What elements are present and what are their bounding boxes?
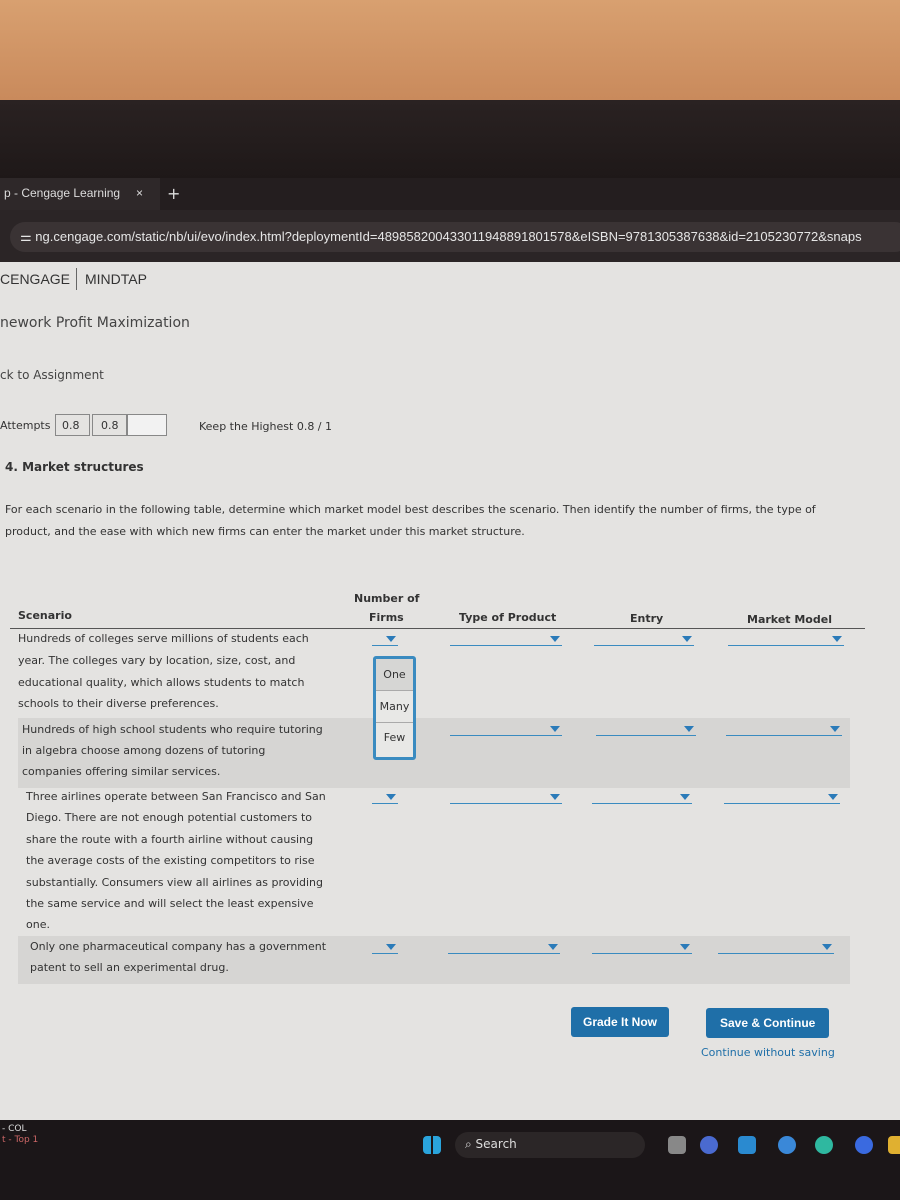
scenario-text: schools to their diverse preferences.: [18, 697, 219, 710]
option-many[interactable]: Many: [376, 691, 413, 723]
address-bar-area: ⚌ ng.cengage.com/static/nb/ui/evo/index.…: [0, 210, 900, 262]
scenario-text: Only one pharmaceutical company has a go…: [30, 940, 327, 953]
grade-it-now-button[interactable]: Grade It Now: [571, 1007, 670, 1037]
address-bar[interactable]: ⚌ ng.cengage.com/static/nb/ui/evo/index.…: [10, 222, 900, 252]
scenario-text: year. The colleges vary by location, siz…: [18, 654, 296, 667]
search-label: Search: [475, 1137, 517, 1151]
search-icon: ⌕: [465, 1137, 476, 1151]
header-type-of-product: Type of Product: [459, 611, 557, 624]
market-model-dropdown[interactable]: [728, 634, 844, 646]
entry-dropdown[interactable]: [596, 724, 696, 736]
teams-icon[interactable]: [700, 1136, 718, 1154]
background-photo: [0, 0, 900, 100]
logo-divider: [76, 268, 77, 290]
keep-highest-text: Keep the Highest 0.8 / 1: [199, 420, 333, 433]
type-of-product-dropdown[interactable]: [450, 724, 562, 736]
tab-title: p - Cengage Learning: [4, 186, 121, 200]
scenario-text: Hundreds of colleges serve millions of s…: [18, 632, 309, 645]
browser-tab[interactable]: p - Cengage Learning ×: [0, 178, 160, 210]
header-divider: [10, 628, 865, 629]
app-icon[interactable]: [738, 1136, 756, 1154]
attempts-label: Attempts: [0, 419, 51, 432]
site-info-icon[interactable]: ⚌: [20, 229, 35, 244]
header-scenario: Scenario: [18, 609, 72, 622]
question-prompt: product, and the ease with which new fir…: [5, 525, 525, 538]
task-view-icon[interactable]: [668, 1136, 686, 1154]
table-row: Three airlines operate between San Franc…: [18, 788, 850, 936]
market-model-dropdown[interactable]: [724, 792, 840, 804]
scenario-text: substantially. Consumers view all airlin…: [26, 876, 324, 889]
question-title: 4. Market structures: [5, 460, 144, 474]
market-model-dropdown[interactable]: [726, 724, 842, 736]
page-content: CENGAGE MINDTAP nework Profit Maximizati…: [0, 262, 900, 1120]
new-tab-button[interactable]: +: [167, 184, 180, 203]
taskbar-search[interactable]: ⌕ Search: [455, 1132, 645, 1158]
assignment-title: nework Profit Maximization: [0, 315, 190, 331]
scenario-text: the average costs of the existing compet…: [26, 854, 315, 867]
scenario-text: companies offering similar services.: [22, 765, 221, 778]
taskbar: - COL t - Top 1 ⌕ Search: [0, 1120, 900, 1200]
number-of-firms-dropdown[interactable]: [372, 942, 398, 954]
number-of-firms-dropdown[interactable]: [372, 792, 398, 804]
tab-close-icon[interactable]: ×: [136, 186, 143, 200]
table-row: Hundreds of high school students who req…: [18, 718, 850, 788]
file-explorer-icon[interactable]: [888, 1136, 900, 1154]
type-of-product-dropdown[interactable]: [450, 634, 562, 646]
scenario-text: Hundreds of high school students who req…: [22, 723, 323, 736]
entry-dropdown[interactable]: [594, 634, 694, 646]
edge-icon[interactable]: [815, 1136, 833, 1154]
app-icon[interactable]: [855, 1136, 873, 1154]
cengage-logo[interactable]: CENGAGE: [0, 271, 70, 287]
option-one[interactable]: One: [376, 659, 413, 691]
table-row: Only one pharmaceutical company has a go…: [18, 936, 850, 984]
question-prompt: For each scenario in the following table…: [5, 503, 816, 516]
type-of-product-dropdown[interactable]: [448, 942, 560, 954]
attempt-score: 0.8: [92, 414, 127, 436]
header-number-of-firms: Firms: [369, 611, 404, 624]
continue-without-saving-link[interactable]: Continue without saving: [701, 1046, 835, 1059]
option-few[interactable]: Few: [376, 723, 413, 755]
scenario-text: educational quality, which allows studen…: [18, 676, 305, 689]
scenario-text: Three airlines operate between San Franc…: [26, 790, 326, 803]
url-text: ng.cengage.com/static/nb/ui/evo/index.ht…: [35, 229, 862, 244]
scenario-text: patent to sell an experimental drug.: [30, 961, 229, 974]
taskbar-widget-text: t - Top 1: [2, 1135, 39, 1145]
save-continue-button[interactable]: Save & Continue: [706, 1008, 830, 1038]
scenario-text: one.: [26, 918, 50, 931]
table-row: Hundreds of colleges serve millions of s…: [18, 630, 850, 718]
back-to-assignment-link[interactable]: ck to Assignment: [0, 368, 104, 382]
laptop-bezel: [0, 100, 900, 180]
mindtap-logo: MINDTAP: [85, 271, 147, 287]
entry-dropdown[interactable]: [592, 942, 692, 954]
windows-start-icon[interactable]: [423, 1136, 441, 1154]
browser-tab-bar: p - Cengage Learning × +: [0, 178, 900, 210]
scenario-text: the same service and will select the lea…: [26, 897, 314, 910]
taskbar-widget-text: - COL: [2, 1124, 27, 1134]
help-icon[interactable]: [778, 1136, 796, 1154]
header-number-of-firms: Number of: [354, 592, 420, 605]
scenario-text: share the route with a fourth airline wi…: [26, 833, 314, 846]
attempt-score: 0.8: [55, 414, 90, 436]
number-of-firms-options: One Many Few: [373, 656, 416, 760]
header-market-model: Market Model: [747, 613, 832, 626]
scenario-text: in algebra choose among dozens of tutori…: [22, 744, 266, 757]
number-of-firms-dropdown[interactable]: [372, 634, 398, 646]
entry-dropdown[interactable]: [592, 792, 692, 804]
scenario-text: Diego. There are not enough potential cu…: [26, 811, 312, 824]
attempt-score: [127, 414, 167, 436]
market-model-dropdown[interactable]: [718, 942, 834, 954]
type-of-product-dropdown[interactable]: [450, 792, 562, 804]
header-entry: Entry: [630, 612, 664, 625]
